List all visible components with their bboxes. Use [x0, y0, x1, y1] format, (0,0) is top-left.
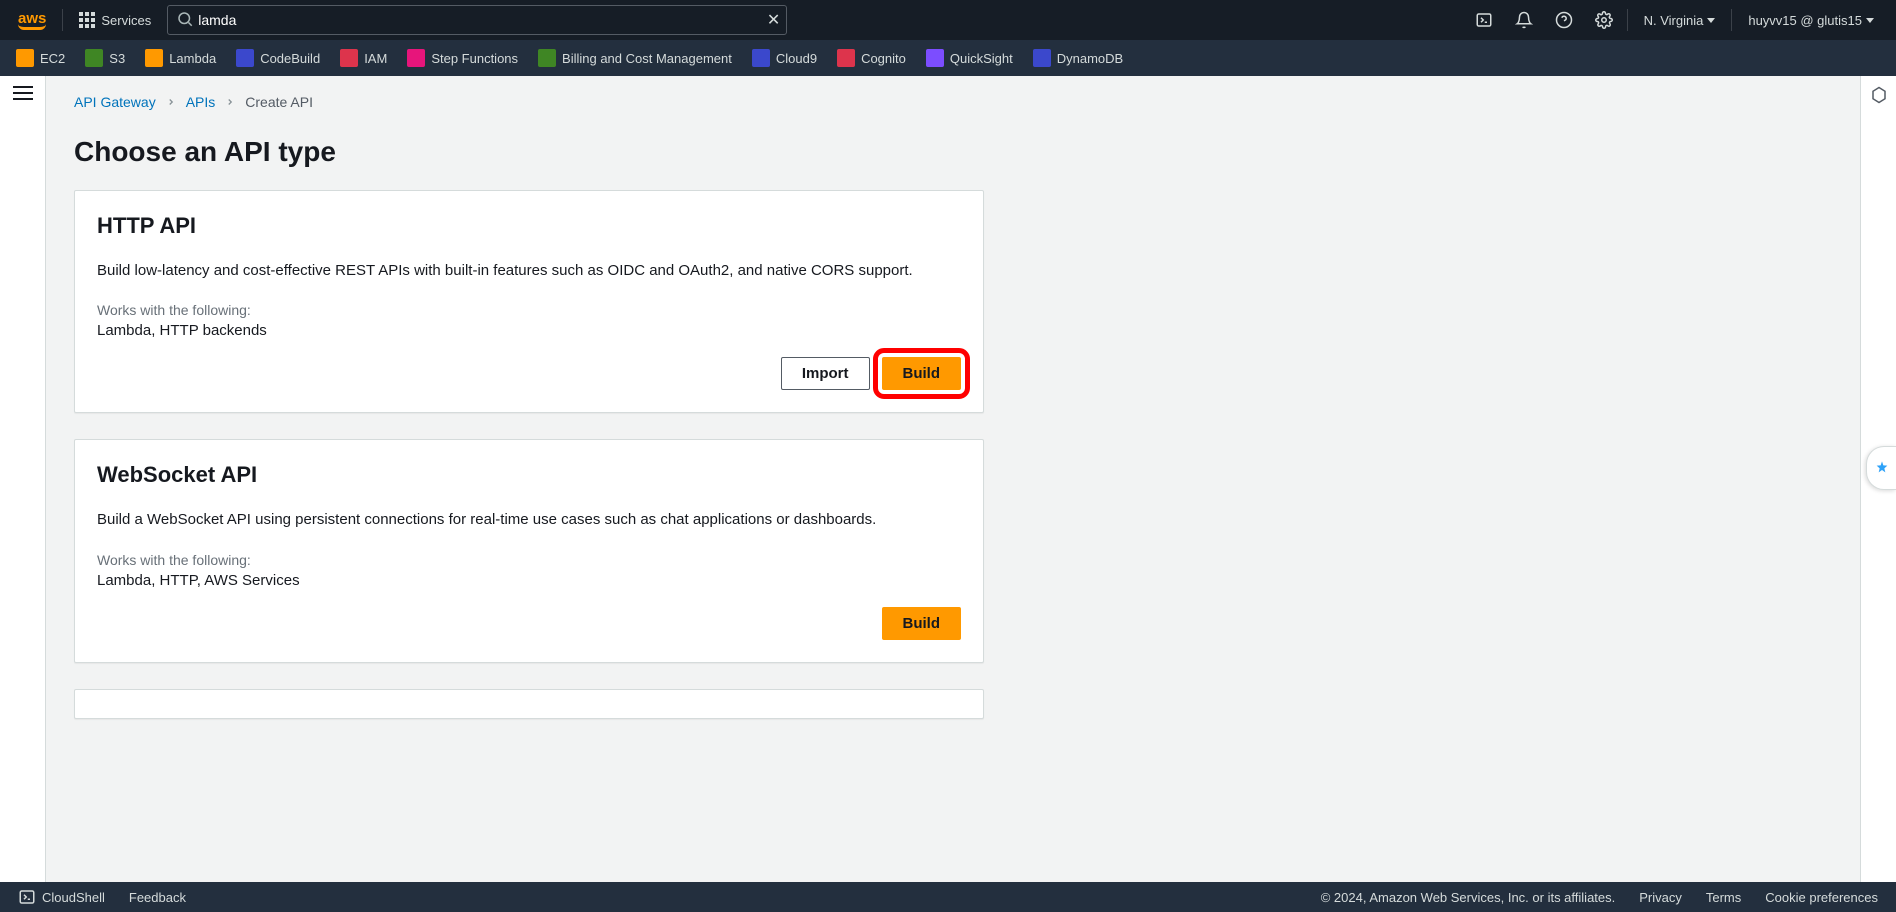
breadcrumb-separator [225, 94, 235, 110]
breadcrumb-separator [166, 94, 176, 110]
region-label: N. Virginia [1644, 13, 1704, 28]
help-icon[interactable] [1547, 3, 1581, 37]
notifications-icon[interactable] [1507, 3, 1541, 37]
works-with-value: Lambda, HTTP, AWS Services [97, 572, 961, 589]
shortcut-quicksight[interactable]: QuickSight [926, 49, 1013, 67]
shortcut-label: QuickSight [950, 51, 1013, 66]
shortcut-step-functions[interactable]: Step Functions [407, 49, 518, 67]
service-icon [837, 49, 855, 67]
global-search[interactable]: ✕ [167, 5, 787, 35]
shortcut-iam[interactable]: IAM [340, 49, 387, 67]
card-actions: Import Build [97, 357, 961, 390]
service-icon [16, 49, 34, 67]
shortcut-label: Lambda [169, 51, 216, 66]
service-icon [1033, 49, 1051, 67]
services-menu[interactable]: Services [73, 8, 157, 32]
settings-icon[interactable] [1587, 3, 1621, 37]
nav-right: N. Virginia huyvv15 @ glutis15 [1467, 3, 1884, 37]
works-with-label: Works with the following: [97, 552, 961, 568]
api-type-card: WebSocket API Build a WebSocket API usin… [74, 439, 984, 662]
search-input[interactable] [168, 12, 786, 28]
footer-right: © 2024, Amazon Web Services, Inc. or its… [1321, 890, 1878, 905]
shortcut-dynamodb[interactable]: DynamoDB [1033, 49, 1123, 67]
account-menu[interactable]: huyvv15 @ glutis15 [1738, 13, 1884, 28]
service-icon [145, 49, 163, 67]
works-with-label: Works with the following: [97, 302, 961, 318]
build-button[interactable]: Build [882, 357, 962, 390]
nav-divider [1731, 9, 1732, 31]
footer-feedback[interactable]: Feedback [129, 890, 186, 905]
card-description: Build a WebSocket API using persistent c… [97, 508, 961, 531]
shortcut-label: Billing and Cost Management [562, 51, 732, 66]
card-actions: Build [97, 607, 961, 640]
service-icon [407, 49, 425, 67]
shortcut-billing-and-cost-management[interactable]: Billing and Cost Management [538, 49, 732, 67]
nav-divider [1627, 9, 1628, 31]
shortcut-cognito[interactable]: Cognito [837, 49, 906, 67]
service-shortcut-bar: EC2 S3 Lambda CodeBuild IAM Step Functions Bil… [0, 40, 1896, 76]
shortcut-label: CodeBuild [260, 51, 320, 66]
service-icon [236, 49, 254, 67]
service-icon [752, 49, 770, 67]
build-button[interactable]: Build [882, 607, 962, 640]
shortcut-ec2[interactable]: EC2 [16, 49, 65, 67]
aws-logo-text: aws [18, 10, 46, 30]
aws-logo[interactable]: aws [12, 10, 52, 30]
service-icon [538, 49, 556, 67]
api-type-card [74, 689, 984, 719]
shortcut-label: Cloud9 [776, 51, 817, 66]
left-rail [0, 76, 46, 882]
footer-left: CloudShell Feedback [18, 888, 186, 906]
workspace: API Gateway APIs Create API Choose an API … [0, 76, 1896, 882]
footer-link-cookies[interactable]: Cookie preferences [1765, 890, 1878, 905]
shortcut-label: IAM [364, 51, 387, 66]
shortcut-label: EC2 [40, 51, 65, 66]
shortcut-label: Step Functions [431, 51, 518, 66]
region-selector[interactable]: N. Virginia [1634, 13, 1726, 28]
api-type-card: HTTP API Build low-latency and cost-effe… [74, 190, 984, 413]
breadcrumb-item[interactable]: API Gateway [74, 94, 156, 110]
service-icon [85, 49, 103, 67]
shortcut-label: Cognito [861, 51, 906, 66]
breadcrumb-item[interactable]: APIs [186, 94, 216, 110]
services-grid-icon [79, 12, 95, 28]
account-label: huyvv15 @ glutis15 [1748, 13, 1862, 28]
shortcut-lambda[interactable]: Lambda [145, 49, 216, 67]
caret-down-icon [1866, 18, 1874, 23]
shortcut-codebuild[interactable]: CodeBuild [236, 49, 320, 67]
card-description: Build low-latency and cost-effective RES… [97, 259, 961, 282]
cloudshell-icon[interactable] [1467, 3, 1501, 37]
assistant-tab[interactable] [1866, 446, 1896, 490]
footer-link-privacy[interactable]: Privacy [1639, 890, 1682, 905]
card-title: WebSocket API [97, 462, 961, 488]
services-label: Services [101, 13, 151, 28]
page-title: Choose an API type [74, 136, 1832, 168]
tools-panel-toggle[interactable] [1870, 86, 1888, 107]
card-title: HTTP API [97, 213, 961, 239]
nav-divider [62, 9, 63, 31]
footer-copyright: © 2024, Amazon Web Services, Inc. or its… [1321, 890, 1616, 905]
search-clear-icon[interactable]: ✕ [767, 10, 780, 30]
caret-down-icon [1707, 18, 1715, 23]
service-icon [340, 49, 358, 67]
footer-cloudshell[interactable]: CloudShell [18, 888, 105, 906]
console-footer: CloudShell Feedback © 2024, Amazon Web S… [0, 882, 1896, 912]
import-button[interactable]: Import [781, 357, 870, 390]
shortcut-label: DynamoDB [1057, 51, 1123, 66]
footer-link-terms[interactable]: Terms [1706, 890, 1741, 905]
global-nav: aws Services ✕ N. Virginia huyvv15 [0, 0, 1896, 40]
works-with-value: Lambda, HTTP backends [97, 322, 961, 339]
shortcut-cloud9[interactable]: Cloud9 [752, 49, 817, 67]
breadcrumb: API Gateway APIs Create API [74, 94, 1832, 110]
search-icon [176, 10, 194, 31]
shortcut-s3[interactable]: S3 [85, 49, 125, 67]
main-content: API Gateway APIs Create API Choose an API … [46, 76, 1860, 882]
breadcrumb-item: Create API [245, 94, 313, 110]
service-icon [926, 49, 944, 67]
side-nav-toggle[interactable] [13, 86, 33, 100]
footer-cloudshell-label: CloudShell [42, 890, 105, 905]
shortcut-label: S3 [109, 51, 125, 66]
